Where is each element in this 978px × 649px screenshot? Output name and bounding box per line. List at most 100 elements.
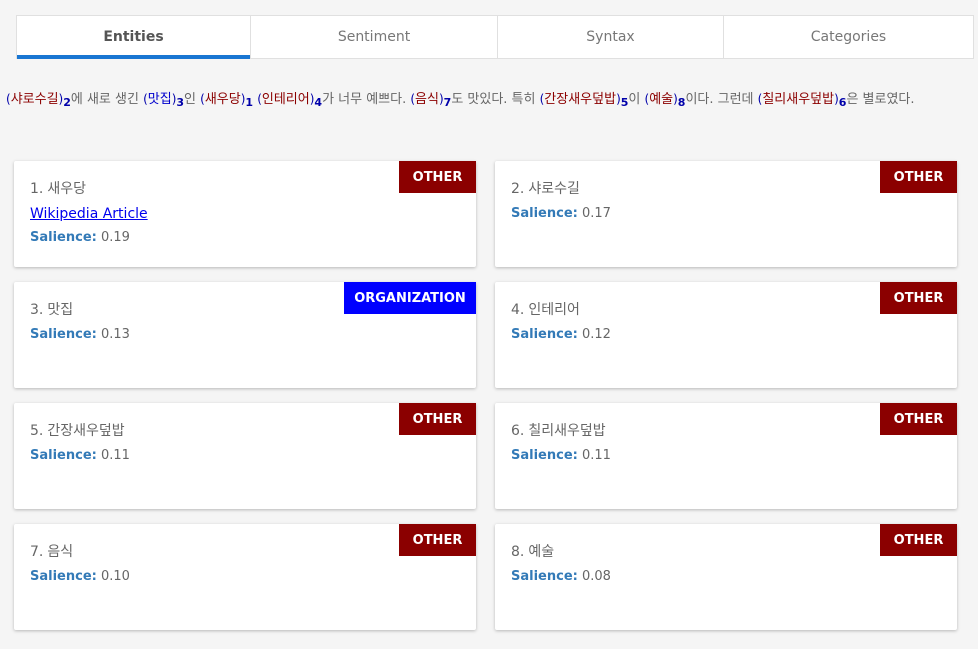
entity-type-badge: ORGANIZATION — [344, 282, 476, 314]
tab-label: Sentiment — [337, 29, 411, 45]
entity-title: 2. 샤로수길 — [511, 178, 580, 198]
entity-mention[interactable]: (예술)8 — [645, 92, 686, 109]
salience: Salience: 0.13 — [30, 327, 130, 342]
entity-text: 예술 — [649, 92, 674, 107]
entity-name: 음식 — [47, 544, 74, 560]
entity-card: 7. 음식 Salience: 0.10 OTHER — [14, 524, 476, 630]
entity-title: 7. 음식 — [30, 541, 73, 561]
entity-mention[interactable]: (샤로수길)2 — [6, 92, 71, 109]
salience-label: Salience: — [30, 327, 97, 342]
tab-sentiment[interactable]: Sentiment — [251, 16, 498, 58]
entity-number: 5. — [30, 423, 44, 439]
entity-name: 예술 — [528, 544, 555, 560]
entity-mention[interactable]: (인테리어)4 — [257, 92, 323, 109]
entity-title: 8. 예술 — [511, 541, 554, 561]
entity-name: 새우당 — [47, 181, 86, 197]
entity-type-badge: OTHER — [399, 524, 476, 556]
salience-label: Salience: — [511, 448, 578, 463]
entity-number: 3. — [30, 302, 44, 318]
salience-label: Salience: — [30, 569, 97, 584]
sentence-text: 도 맛있다. 특히 — [451, 92, 540, 107]
entity-card: 8. 예술 Salience: 0.08 OTHER — [495, 524, 957, 630]
tab-syntax[interactable]: Syntax — [498, 16, 724, 58]
entity-mention[interactable]: (간장새우덮밥)5 — [540, 92, 629, 109]
entity-name: 간장새우덮밥 — [47, 423, 125, 439]
entity-text: 맛집 — [147, 92, 172, 107]
entity-card: 3. 맛집 Salience: 0.13 ORGANIZATION — [14, 282, 476, 388]
entity-text: 음식 — [415, 92, 439, 107]
entity-card: 5. 간장새우덮밥 Salience: 0.11 OTHER — [14, 403, 476, 509]
salience-label: Salience: — [30, 448, 97, 463]
entity-number: 8. — [511, 544, 525, 560]
entity-card: 4. 인테리어 Salience: 0.12 OTHER — [495, 282, 957, 388]
entity-index: 2 — [63, 96, 71, 109]
sentence-text: 인 — [184, 92, 201, 107]
entity-type-badge: OTHER — [880, 403, 957, 435]
salience-label: Salience: — [30, 230, 97, 245]
entity-type-badge: OTHER — [880, 524, 957, 556]
entity-title: 5. 간장새우덮밥 — [30, 420, 125, 440]
salience-value: 0.12 — [581, 327, 611, 342]
annotated-sentence: (샤로수길)2에 새로 생긴 (맛집)3인 (새우당)1 (인테리어)4가 너무… — [6, 87, 972, 115]
entity-name: 샤로수길 — [528, 181, 580, 197]
tab-categories[interactable]: Categories — [724, 16, 973, 58]
entity-mention[interactable]: (음식)7 — [410, 92, 451, 109]
tab-label: Syntax — [586, 29, 635, 45]
entity-title: 6. 칠리새우덮밥 — [511, 420, 606, 440]
salience-label: Salience: — [511, 327, 578, 342]
tab-entities[interactable]: Entities — [17, 16, 251, 59]
entity-mention[interactable]: (맛집)3 — [143, 92, 185, 109]
entity-number: 2. — [511, 181, 525, 197]
salience-value: 0.19 — [100, 230, 130, 245]
entity-mention[interactable]: (칠리새우덮밥)6 — [758, 92, 847, 109]
entity-number: 1. — [30, 181, 44, 197]
entity-text: 인테리어 — [261, 92, 310, 107]
entity-text: 간장새우덮밥 — [544, 92, 617, 107]
salience-label: Salience: — [511, 206, 578, 221]
salience: Salience: 0.11 — [30, 448, 130, 463]
entity-type-badge: OTHER — [399, 403, 476, 435]
entity-card: 2. 샤로수길 Salience: 0.17 OTHER — [495, 161, 957, 267]
sentence-text: 이다. 그런데 — [685, 92, 758, 107]
salience-value: 0.08 — [581, 569, 611, 584]
tab-bar: Entities Sentiment Syntax Categories — [16, 15, 974, 59]
entity-index: 4 — [314, 96, 323, 109]
entity-index: 3 — [176, 96, 185, 109]
entity-name: 맛집 — [47, 302, 74, 318]
salience: Salience: 0.12 — [511, 327, 611, 342]
entity-mention[interactable]: (새우당)1 — [200, 92, 253, 109]
entity-name: 칠리새우덮밥 — [528, 423, 606, 439]
entity-type-badge: OTHER — [880, 161, 957, 193]
entity-title: 1. 새우당 — [30, 178, 86, 198]
entity-card: 1. 새우당 Wikipedia Article Salience: 0.19 OTHE… — [14, 161, 476, 267]
sentence-text: 은 별로였다. — [846, 92, 915, 107]
salience-label: Salience: — [511, 569, 578, 584]
sentence-text: 에 새로 생긴 — [70, 92, 144, 107]
sentence-text: 이 — [628, 92, 645, 107]
entity-number: 4. — [511, 302, 525, 318]
salience-value: 0.10 — [100, 569, 130, 584]
entity-title: 4. 인테리어 — [511, 299, 580, 319]
entity-number: 7. — [30, 544, 44, 560]
salience: Salience: 0.17 — [511, 206, 611, 221]
salience: Salience: 0.11 — [511, 448, 611, 463]
entity-title: 3. 맛집 — [30, 299, 73, 319]
entity-card: 6. 칠리새우덮밥 Salience: 0.11 OTHER — [495, 403, 957, 509]
salience-value: 0.11 — [100, 448, 130, 463]
salience-value: 0.11 — [581, 448, 611, 463]
tab-label: Categories — [810, 29, 887, 45]
salience: Salience: 0.19 — [30, 230, 130, 245]
entity-name: 인테리어 — [528, 302, 580, 318]
salience: Salience: 0.08 — [511, 569, 611, 584]
tab-label: Entities — [103, 29, 164, 45]
salience-value: 0.13 — [100, 327, 130, 342]
entity-type-badge: OTHER — [880, 282, 957, 314]
entity-text: 칠리새우덮밥 — [762, 92, 835, 107]
wikipedia-link[interactable]: Wikipedia Article — [30, 206, 148, 222]
entity-type-badge: OTHER — [399, 161, 476, 193]
entity-number: 6. — [511, 423, 525, 439]
entity-text: 샤로수길 — [10, 92, 59, 107]
entity-text: 새우당 — [204, 92, 241, 107]
sentence-text: 가 너무 예쁘다. — [322, 92, 411, 107]
salience-value: 0.17 — [581, 206, 611, 221]
